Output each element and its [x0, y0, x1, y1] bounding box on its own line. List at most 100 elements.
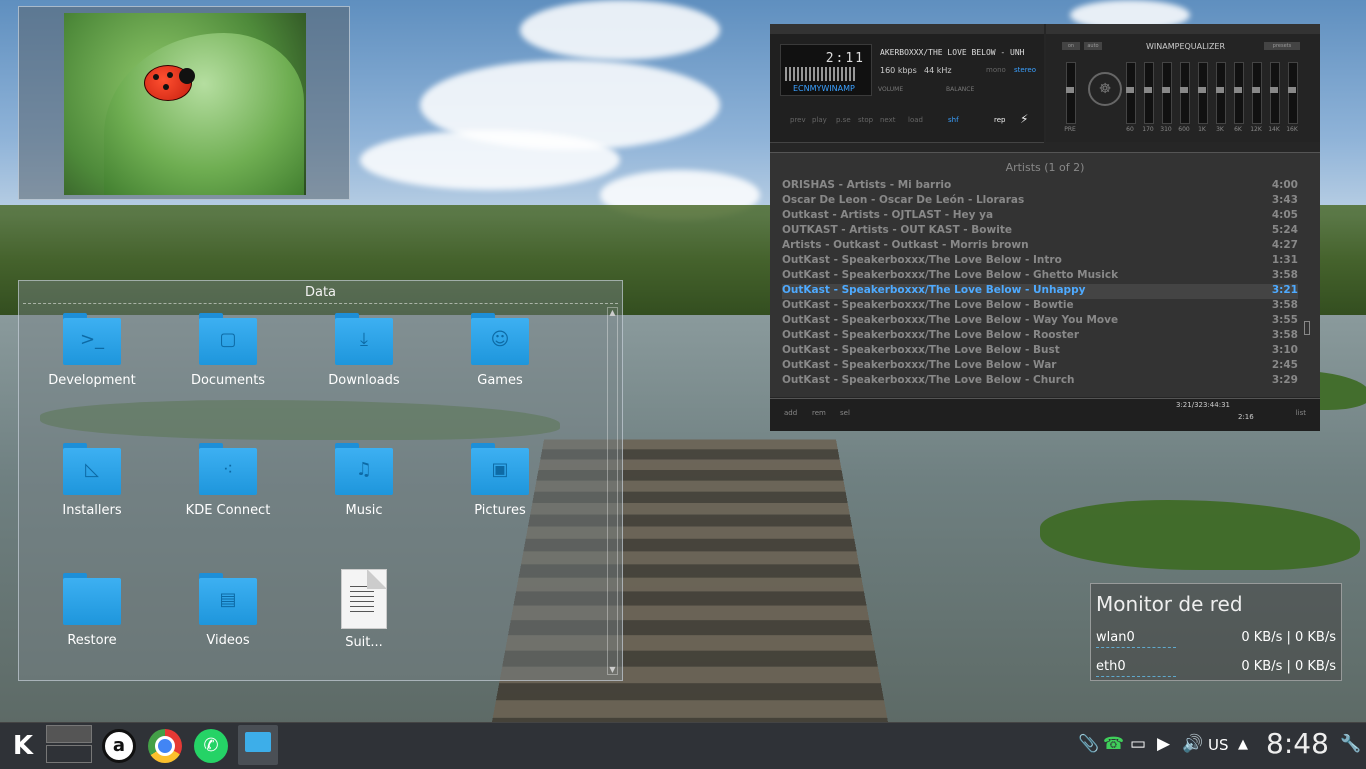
folder-kde-connect[interactable]: ⁖ KDE Connect [173, 443, 283, 518]
playlist-row[interactable]: Artists - Outkast - Outkast - Morris bro… [782, 239, 1298, 254]
folder-downloads[interactable]: ⤓ Downloads [309, 313, 419, 388]
taskbar: K a ✆ 📎 ☎ ▭ ▶ 🔊 US ▲ 8:48 🔧 [0, 722, 1366, 769]
network-monitor-widget[interactable]: Monitor de red wlan0 0 KB/s | 0 KB/s eth… [1090, 583, 1342, 681]
winamp-time: 2:11 [825, 51, 865, 66]
eq-presets-button[interactable]: presets [1264, 42, 1300, 50]
scroll-up-icon[interactable]: ▲ [608, 308, 617, 317]
playlist-row[interactable]: OutKast - Speakerboxxx/The Love Below - … [782, 269, 1298, 284]
playlist-list-button[interactable]: list [1296, 409, 1306, 417]
playlist-row[interactable]: OutKast - Speakerboxxx/The Love Below - … [782, 374, 1298, 389]
eq-preamp-slider[interactable] [1066, 62, 1076, 124]
desktop-1[interactable] [46, 725, 92, 743]
ladybug-photo [64, 13, 306, 195]
playlist-row[interactable]: OUTKAST - Artists - OUT KAST - Bowite 5:2… [782, 224, 1298, 239]
equalizer-titlebar[interactable] [1046, 24, 1320, 34]
playlist-row[interactable]: OutKast - Speakerboxxx/The Love Below - … [782, 329, 1298, 344]
display-icon[interactable]: ▭ [1130, 734, 1146, 754]
stop-button[interactable]: stop [858, 116, 873, 124]
kde-connect-phone-icon[interactable]: ☎ [1103, 734, 1124, 754]
winamp-mono: mono [986, 66, 1006, 74]
media-player-icon[interactable]: ▶ [1157, 734, 1170, 754]
whatsapp-icon[interactable]: ✆ [194, 729, 228, 763]
clock[interactable]: 8:48 [1266, 727, 1329, 760]
playlist-select-button[interactable]: sel [840, 409, 850, 417]
eq-band-slider[interactable] [1162, 62, 1172, 124]
panel-settings-icon[interactable]: 🔧 [1340, 734, 1361, 754]
winamp-samplerate: 44 kHz [924, 66, 952, 75]
folder-view-divider [23, 303, 618, 304]
eq-band-slider[interactable] [1234, 62, 1244, 124]
picture-frame-widget[interactable] [18, 6, 350, 200]
winamp-equalizer[interactable]: on auto WINAMPEQUALIZER presets PRE ☸ 60… [1046, 24, 1320, 142]
file-suit[interactable]: Suit... [309, 569, 419, 650]
folder-videos[interactable]: ▤ Videos [173, 573, 283, 648]
playlist-row[interactable]: OutKast - Speakerboxxx/The Love Below - … [782, 359, 1298, 374]
desktop-pager[interactable] [46, 725, 92, 765]
winamp-main-window[interactable]: 2:11 ECNMYWINAMP AKERBOXXX/THE LOVE BELO… [770, 24, 1044, 143]
eq-band-slider[interactable] [1288, 62, 1298, 124]
playlist-add-button[interactable]: add [784, 409, 797, 417]
eq-band-slider[interactable] [1180, 62, 1190, 124]
repeat-button[interactable]: rep [994, 116, 1005, 124]
play-button[interactable]: play [812, 116, 827, 124]
winamp-balance-slider[interactable]: BALANCE [946, 86, 974, 93]
chrome-icon[interactable] [148, 729, 182, 763]
folder-pictures[interactable]: ▣ Pictures [445, 443, 555, 518]
eq-band-label: 3K [1216, 126, 1224, 133]
cloud [520, 0, 720, 60]
eq-auto-button[interactable]: auto [1084, 42, 1102, 50]
playlist-remove-button[interactable]: rem [812, 409, 826, 417]
file-manager-task[interactable] [238, 725, 278, 765]
eq-band-slider[interactable] [1216, 62, 1226, 124]
clipboard-icon[interactable]: 📎 [1078, 734, 1099, 754]
keyboard-layout[interactable]: US [1208, 736, 1229, 754]
winamp-titlebar[interactable] [770, 24, 1044, 34]
playlist-header: Artists (1 of 2) [1005, 161, 1085, 174]
amarok-icon[interactable]: a [102, 729, 136, 763]
winamp-player[interactable]: 2:11 ECNMYWINAMP AKERBOXXX/THE LOVE BELO… [770, 24, 1320, 431]
winamp-volume-slider[interactable]: VOLUME [878, 86, 903, 93]
folder-label: Games [477, 373, 523, 388]
winamp-playlist[interactable]: Artists (1 of 2) ORISHAS - Artists - Mi … [770, 152, 1320, 397]
eq-band-slider[interactable] [1270, 62, 1280, 124]
playlist-row[interactable]: OutKast - Speakerboxxx/The Love Below - … [782, 314, 1298, 329]
playlist-row[interactable]: Outkast - Artists - OJTLAST - Hey ya 4:05 [782, 209, 1298, 224]
desktop-2[interactable] [46, 745, 92, 763]
playlist-row-active[interactable]: OutKast - Speakerboxxx/The Love Below - … [782, 284, 1298, 299]
eq-band-slider[interactable] [1252, 62, 1262, 124]
folder-documents[interactable]: ▢ Documents [173, 313, 283, 388]
playlist-row[interactable]: ORISHAS - Artists - Mi barrio 4:00 [782, 179, 1298, 194]
playlist-scrollbar[interactable] [1304, 321, 1310, 335]
tray-expand-icon[interactable]: ▲ [1238, 737, 1248, 752]
folder-games[interactable]: ☺ Games [445, 313, 555, 388]
winamp-bitrate: 160 kbps [880, 66, 917, 75]
pause-button[interactable]: p.se [836, 116, 851, 124]
playlist-row[interactable]: OutKast - Speakerboxxx/The Love Below - … [782, 254, 1298, 269]
eq-band-label: PRE [1064, 126, 1076, 133]
folder-development[interactable]: >_ Development [37, 313, 147, 388]
playlist-row[interactable]: Oscar De Leon - Oscar De León - Lloraras… [782, 194, 1298, 209]
folder-label: Development [48, 373, 136, 388]
folder-music[interactable]: ♫ Music [309, 443, 419, 518]
shuffle-button[interactable]: shf [948, 116, 959, 124]
network-interface: wlan0 [1096, 630, 1135, 645]
folder-scrollbar[interactable]: ▲ ▼ [607, 307, 618, 675]
next-button[interactable]: next [880, 116, 896, 124]
scroll-down-icon[interactable]: ▼ [608, 665, 617, 674]
playlist-row[interactable]: OutKast - Speakerboxxx/The Love Below - … [782, 344, 1298, 359]
eq-band-slider[interactable] [1198, 62, 1208, 124]
playlist-row[interactable]: OutKast - Speakerboxxx/The Love Below - … [782, 299, 1298, 314]
eq-band-slider[interactable] [1126, 62, 1136, 124]
folder-view-widget[interactable]: Data >_ Development ▢ Documents ⤓ Downlo… [18, 280, 623, 681]
eq-band-slider[interactable] [1144, 62, 1154, 124]
volume-icon[interactable]: 🔊 [1182, 734, 1203, 754]
eq-band-label: 60 [1126, 126, 1134, 133]
kde-launcher-icon[interactable]: K [8, 731, 38, 761]
winamp-logo-icon[interactable]: ⚡ [1020, 112, 1028, 126]
network-monitor-title: Monitor de red [1096, 592, 1243, 616]
eq-on-button[interactable]: on [1062, 42, 1080, 50]
folder-installers[interactable]: ◺ Installers [37, 443, 147, 518]
prev-button[interactable]: prev [790, 116, 806, 124]
folder-restore[interactable]: Restore [37, 573, 147, 648]
load-button[interactable]: load [908, 116, 923, 124]
